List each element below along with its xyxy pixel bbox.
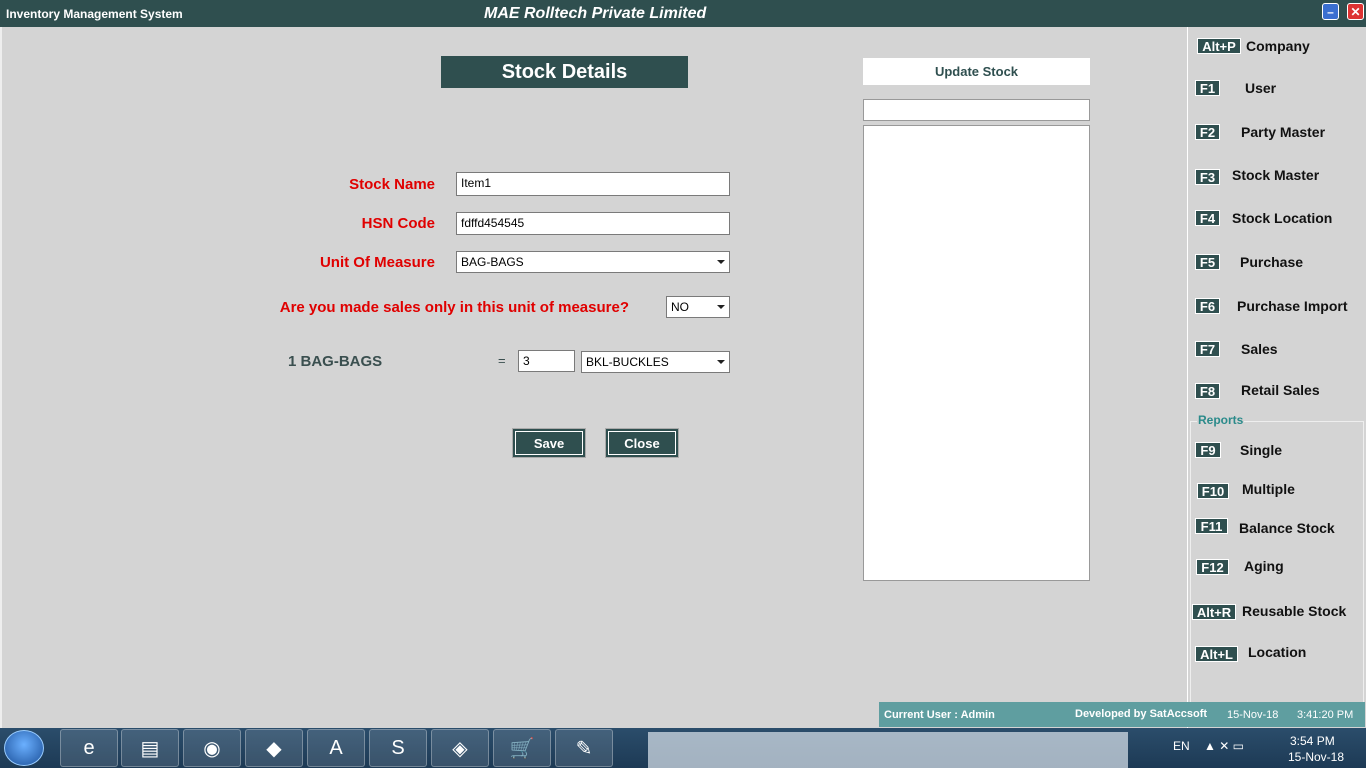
app-title: Inventory Management System <box>6 7 183 21</box>
sidebar-item-label: Purchase <box>1240 254 1304 270</box>
shortcut-key: Alt+L <box>1195 646 1238 662</box>
shortcut-key: Alt+R <box>1192 604 1236 620</box>
report-item-label: Single <box>1240 442 1283 458</box>
shortcut-key: Alt+P <box>1197 38 1241 54</box>
shortcut-key: F12 <box>1196 559 1229 575</box>
sidebar-item-label: Retail Sales <box>1241 382 1320 398</box>
update-stock-list[interactable] <box>863 125 1090 581</box>
reports-group-label: Reports <box>1197 413 1245 427</box>
dropdown-arrow-icon <box>717 260 725 264</box>
report-item-label: Reusable Stock <box>1242 603 1347 619</box>
page-title: Stock Details <box>441 56 688 88</box>
hsn-code-label: HSN Code <box>361 215 435 232</box>
sidebar-item-label: Sales <box>1241 341 1278 357</box>
status-time: 3:41:20 PM <box>1297 709 1354 721</box>
shortcut-key: F3 <box>1195 169 1220 185</box>
start-button[interactable] <box>4 730 44 766</box>
sidebar-item-sales[interactable]: F7 Sales <box>1188 341 1366 365</box>
shortcut-key: F7 <box>1195 341 1220 357</box>
shortcut-key: F4 <box>1195 210 1220 226</box>
hsn-code-input[interactable]: fdffd454545 <box>456 212 730 235</box>
taskbar-app-notes[interactable]: ◆ <box>245 729 303 767</box>
tray-icons[interactable]: ▲ ✕ ▭ <box>1204 739 1244 753</box>
sidebar-item-label: User <box>1245 80 1277 96</box>
taskbar-app-pdf-reader[interactable]: A <box>307 729 365 767</box>
conversion-label: 1 BAG-BAGS <box>288 353 383 370</box>
shortcut-key: F1 <box>1195 80 1220 96</box>
sidebar-item-retail-sales[interactable]: F8 Retail Sales <box>1188 382 1366 406</box>
shortcut-key: F11 <box>1195 518 1228 534</box>
sidebar-item-label: Stock Master <box>1232 167 1320 183</box>
sidebar-item-label: Stock Location <box>1232 210 1333 226</box>
update-stock-search-input[interactable] <box>863 99 1090 121</box>
taskbar-app-internet-explorer[interactable]: e <box>60 729 118 767</box>
developer-text: Developed by SatAccsoft <box>1075 708 1208 720</box>
sales-only-select[interactable]: NO <box>666 296 730 318</box>
report-item-label: Multiple <box>1242 481 1295 497</box>
report-item-reusable-stock[interactable]: Alt+R Reusable Stock <box>1187 603 1366 627</box>
equals-sign: = <box>498 353 506 368</box>
stock-name-label: Stock Name <box>349 176 435 193</box>
main-content: Stock Details Stock Name Item1 HSN Code … <box>0 27 1187 728</box>
status-date: 15-Nov-18 <box>1227 709 1279 721</box>
save-button[interactable]: Save <box>512 428 586 458</box>
report-item-single[interactable]: F9 Single <box>1187 442 1366 466</box>
shortcut-key: F8 <box>1195 383 1220 399</box>
unit-of-measure-value: BAG-BAGS <box>461 255 524 269</box>
sidebar-item-party-master[interactable]: F2 Party Master <box>1188 124 1366 148</box>
sidebar-item-stock-master[interactable]: F3 Stock Master <box>1188 167 1366 191</box>
dropdown-arrow-icon <box>717 305 725 309</box>
report-item-label: Location <box>1248 644 1307 660</box>
clock-time[interactable]: 3:54 PM <box>1290 734 1335 748</box>
status-bar: Current User : Admin Developed by SatAcc… <box>879 702 1365 727</box>
sales-only-value: NO <box>671 300 689 314</box>
update-stock-title: Update Stock <box>863 58 1090 85</box>
close-button[interactable]: Close <box>605 428 679 458</box>
taskbar-app-visual-studio[interactable]: ◈ <box>431 729 489 767</box>
shortcut-key: F5 <box>1195 254 1220 270</box>
taskbar: e ▤ ◉ ◆ A S ◈ 🛒 ✎ EN ▲ ✕ ▭ 3:54 PM 15-No… <box>0 728 1366 768</box>
report-item-label: Balance Stock <box>1239 520 1335 536</box>
taskbar-app-file-explorer[interactable]: ▤ <box>121 729 179 767</box>
taskbar-app-chrome[interactable]: ◉ <box>183 729 241 767</box>
conversion-unit-select[interactable]: BKL-BUCKLES <box>581 351 730 373</box>
sidebar-item-label: Company <box>1246 38 1310 54</box>
language-indicator[interactable]: EN <box>1173 739 1190 753</box>
unit-of-measure-select[interactable]: BAG-BAGS <box>456 251 730 273</box>
sidebar-item-user[interactable]: F1 User <box>1188 80 1366 104</box>
title-bar: Inventory Management System MAE Rolltech… <box>0 0 1366 27</box>
report-item-balance-stock[interactable]: F11 Balance Stock <box>1187 518 1366 542</box>
sidebar-item-purchase-import[interactable]: F6 Purchase Import <box>1188 298 1366 322</box>
sales-only-label: Are you made sales only in this unit of … <box>279 299 629 316</box>
sidebar-item-purchase[interactable]: F5 Purchase <box>1188 254 1366 278</box>
sidebar-item-company[interactable]: Alt+P Company <box>1188 38 1366 62</box>
stock-name-input[interactable]: Item1 <box>456 172 730 196</box>
shortcut-key: F10 <box>1197 483 1229 499</box>
report-item-multiple[interactable]: F10 Multiple <box>1187 481 1366 505</box>
taskbar-window-preview <box>648 732 1128 768</box>
company-title: MAE Rolltech Private Limited <box>484 5 707 22</box>
taskbar-app-skype[interactable]: S <box>369 729 427 767</box>
report-item-location[interactable]: Alt+L Location <box>1187 644 1366 668</box>
close-window-button[interactable]: ✕ <box>1347 3 1364 20</box>
shortcut-key: F6 <box>1195 298 1220 314</box>
taskbar-app-inventory[interactable]: 🛒 <box>493 729 551 767</box>
report-item-label: Aging <box>1244 558 1284 574</box>
unit-of-measure-label: Unit Of Measure <box>319 254 435 271</box>
taskbar-app-paint[interactable]: ✎ <box>555 729 613 767</box>
current-user-text: Current User : Admin <box>884 709 995 721</box>
sidebar-item-stock-location[interactable]: F4 Stock Location <box>1188 210 1366 234</box>
shortcut-key: F9 <box>1195 442 1221 458</box>
conversion-unit-value: BKL-BUCKLES <box>586 355 669 369</box>
report-item-aging[interactable]: F12 Aging <box>1187 558 1366 582</box>
clock-date[interactable]: 15-Nov-18 <box>1288 750 1344 764</box>
dropdown-arrow-icon <box>717 360 725 364</box>
shortcut-key: F2 <box>1195 124 1220 140</box>
minimize-button[interactable]: – <box>1322 3 1339 20</box>
sidebar-item-label: Purchase Import <box>1237 298 1348 314</box>
conversion-qty-input[interactable]: 3 <box>518 350 575 372</box>
sidebar-item-label: Party Master <box>1241 124 1326 140</box>
